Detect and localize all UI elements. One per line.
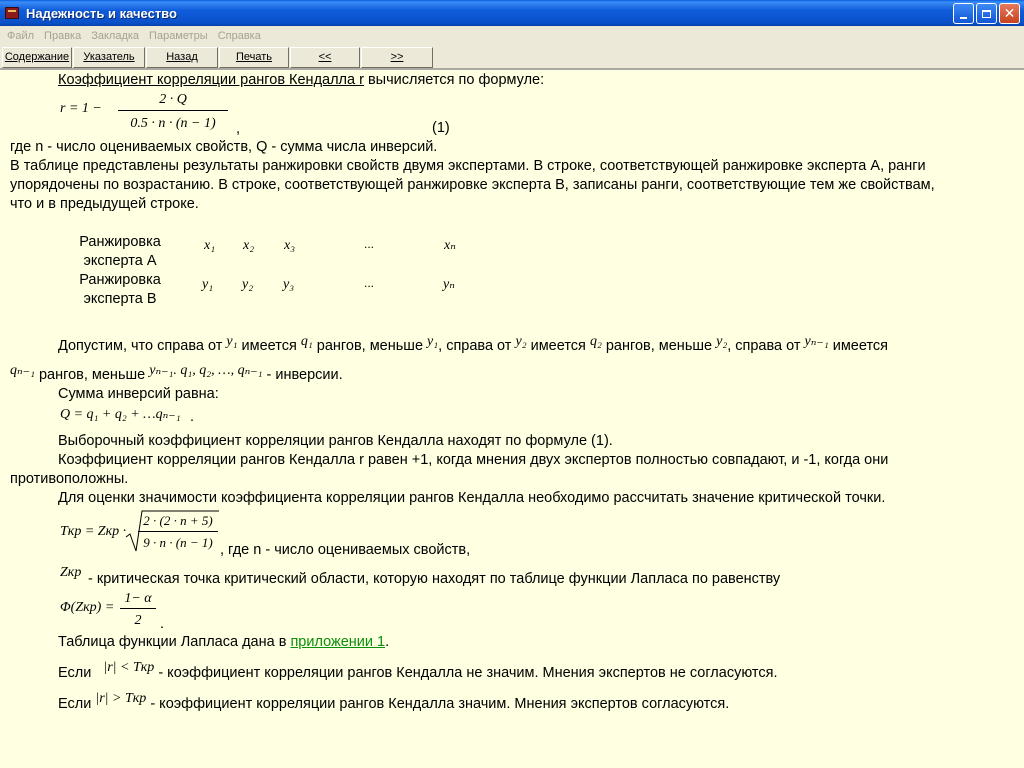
row-b-label-1: Ранжировка — [79, 272, 161, 288]
menu-bookmark[interactable]: Закладка — [86, 30, 144, 42]
where-line: где n - число оцениваемых свойств, Q - с… — [10, 139, 438, 155]
print-button[interactable]: Печать — [219, 46, 289, 68]
t-formula-lhs: Tкр = Zкр · — [60, 524, 127, 539]
cell-xn: xₙ — [444, 238, 456, 253]
contents-button[interactable]: Содержание — [2, 46, 72, 68]
assume-line-1: Допустим, что справа от y₁ имеется q₁ ра… — [58, 334, 889, 354]
laplace-line: Таблица функции Лапласа дана в приложени… — [58, 634, 390, 650]
menu-bar: Файл Правка Закладка Параметры Справка — [0, 26, 1024, 46]
prev-topic-button[interactable]: << — [290, 46, 360, 68]
minimize-icon — [960, 16, 967, 19]
index-button[interactable]: Указатель — [73, 46, 145, 68]
help-toolbar: Содержание Указатель Назад Печать << >> — [0, 46, 1024, 69]
sum-formula: Q = q₁ + q₂ + …qₙ₋₁ — [60, 407, 181, 422]
equals-line-1: Коэффициент корреляции рангов Кендалла r… — [58, 452, 889, 468]
t-formula-fraction-bar — [138, 531, 218, 532]
menu-help[interactable]: Справка — [213, 30, 266, 42]
formula1-denominator: 0.5 · n · (n − 1) — [130, 116, 216, 131]
menu-edit[interactable]: Правка — [39, 30, 86, 42]
row-a-label-2: эксперта А — [83, 253, 157, 269]
cell-yn: yₙ — [443, 277, 455, 292]
formula1-fraction-bar — [118, 110, 228, 111]
equals-line-2: противоположны. — [10, 471, 129, 487]
selective-line: Выборочный коэффициент корреляции рангов… — [58, 433, 613, 449]
t-formula-after: , где n - число оцениваемых свойств, — [220, 542, 471, 558]
next-topic-button[interactable]: >> — [361, 46, 433, 68]
cell-x3: x₃ — [284, 238, 296, 253]
restore-icon — [982, 9, 991, 18]
back-button[interactable]: Назад — [146, 46, 218, 68]
paragraph-line-1: В таблице представлены результаты ранжир… — [10, 158, 926, 174]
sum-title: Сумма инверсий равна: — [58, 386, 219, 402]
assume-line-2: qₙ₋₁ рангов, меньше yₙ₋₁. q₁, q₂, …, qₙ₋… — [10, 363, 343, 383]
cell-x1: x₁ — [204, 238, 216, 253]
restore-button[interactable] — [976, 3, 997, 24]
paragraph-line-2: упорядочены по возрастанию. В строке, со… — [10, 177, 935, 193]
if-not-significant-line: Если |r| < Tкр - коэффициент корреляции … — [58, 660, 778, 681]
intro-line: Коэффициент корреляции рангов Кендалла r… — [58, 71, 544, 90]
close-button[interactable]: ✕ — [999, 3, 1020, 24]
formula1-numerator: 2 · Q — [159, 92, 187, 107]
if-significant-line: Если |r| > Tкр - коэффициент корреляции … — [58, 691, 730, 712]
close-icon: ✕ — [1003, 5, 1016, 21]
menu-options[interactable]: Параметры — [144, 30, 213, 42]
menu-file[interactable]: Файл — [2, 30, 39, 42]
window-title: Надежность и качество — [26, 5, 177, 21]
phi-formula-lhs: Φ(Zкр) = — [60, 600, 115, 615]
z-text: - критическая точка критический области,… — [88, 571, 781, 587]
phi-formula-numerator: 1− α — [124, 591, 152, 606]
app-book-icon — [4, 5, 20, 21]
critical-intro: Для оценки значимости коэффициента корре… — [58, 490, 886, 506]
phi-formula-denominator: 2 — [134, 613, 142, 628]
formula1-lhs: r = 1 − — [60, 101, 102, 116]
cell-ydots: ... — [364, 276, 375, 290]
formula1-comma: , — [236, 121, 241, 137]
cell-xdots: ... — [364, 237, 375, 251]
formula1-number: (1) — [432, 120, 450, 136]
help-content[interactable]: Коэффициент корреляции рангов Кендалла r… — [0, 69, 1024, 768]
t-formula-numerator: 2 · (2 · n + 5) — [143, 513, 213, 528]
z-label: Zкр — [60, 565, 82, 580]
sum-formula-dot: . — [190, 409, 195, 425]
cell-x2: x₂ — [243, 238, 255, 253]
row-a-label-1: Ранжировка — [79, 234, 161, 250]
intro-rest: вычисляется по формуле: — [363, 72, 545, 88]
minimize-button[interactable] — [953, 3, 974, 24]
row-b-label-2: эксперта В — [83, 291, 157, 307]
title-bar[interactable]: Надежность и качество ✕ — [0, 0, 1024, 26]
phi-formula-dot: . — [160, 616, 165, 632]
appendix-1-link[interactable]: приложении 1 — [290, 634, 385, 650]
cell-y1: y₁ — [202, 277, 214, 292]
t-formula-denominator: 9 · n · (n − 1) — [143, 535, 213, 550]
cell-y3: y₃ — [283, 277, 295, 292]
phi-formula-fraction-bar — [120, 608, 156, 609]
intro-term: Коэффициент корреляции рангов Кендалла r — [58, 72, 364, 88]
paragraph-line-3: что и в предыдущей строке. — [10, 196, 199, 212]
cell-y2: y₂ — [242, 277, 254, 292]
